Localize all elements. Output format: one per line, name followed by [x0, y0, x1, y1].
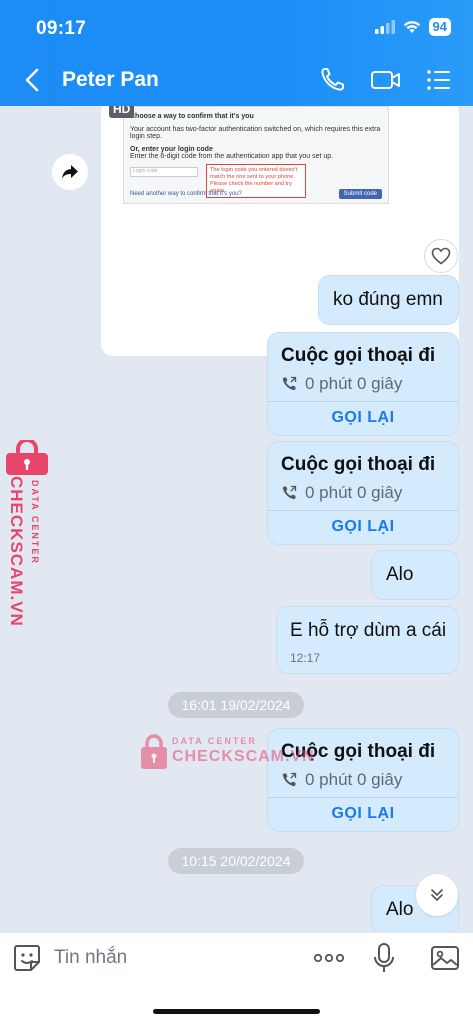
call-divider: [268, 797, 458, 798]
more-options-icon[interactable]: [312, 943, 346, 973]
image-code-heading: Or, enter your login code: [130, 146, 213, 153]
video-call-icon[interactable]: [370, 66, 402, 94]
watermark-brand: CHECKSCAM.VN: [7, 476, 26, 627]
microphone-icon[interactable]: [372, 943, 396, 973]
call-back-button[interactable]: GỌI LẠI: [268, 409, 458, 427]
call-card[interactable]: Cuộc gọi thoại đi 0 phút 0 giây GỌI LẠI: [267, 441, 459, 545]
call-back-button[interactable]: GỌI LẠI: [268, 518, 458, 536]
message-text: Alo: [386, 899, 414, 920]
watermark-subtitle: DATA CENTER: [30, 480, 40, 565]
message-input[interactable]: Tin nhắn: [54, 947, 127, 969]
wifi-icon: [403, 21, 420, 33]
call-duration: 0 phút 0 giây: [305, 483, 403, 502]
image-code-instructions: Enter the 6-digit code from the authenti…: [130, 153, 334, 160]
scroll-to-bottom-button[interactable]: [416, 874, 458, 916]
chat-header: 09:17 94 Peter Pan: [0, 0, 473, 106]
status-time: 09:17: [36, 18, 87, 39]
call-back-button[interactable]: GỌI LẠI: [268, 805, 458, 823]
message-text: ko đúng emn: [333, 289, 443, 310]
date-separator: 16:01 19/02/2024: [168, 692, 304, 718]
image-gallery-icon[interactable]: [430, 943, 460, 973]
call-duration-row: 0 phút 0 giây: [281, 483, 402, 503]
contact-name[interactable]: Peter Pan: [62, 68, 159, 92]
message-text: Alo: [386, 564, 414, 585]
message-bubble[interactable]: E hỗ trợ dùm a cái 12:17: [276, 606, 459, 674]
call-title: Cuộc gọi thoại đi: [281, 454, 436, 475]
watermark-subtitle: DATA CENTER: [172, 736, 257, 746]
message-list[interactable]: Choose a way to confirm that it's you Yo…: [0, 106, 473, 932]
forward-arrow-icon: [62, 165, 78, 179]
hd-badge: HD: [109, 106, 135, 118]
share-forward-button[interactable]: [52, 154, 88, 190]
padlock-logo-icon: [6, 440, 48, 475]
call-duration-row: 0 phút 0 giây: [281, 374, 402, 394]
call-card[interactable]: Cuộc gọi thoại đi 0 phút 0 giây GỌI LẠI: [267, 728, 459, 832]
heart-icon: [431, 247, 451, 265]
call-title: Cuộc gọi thoại đi: [281, 345, 436, 366]
menu-list-icon[interactable]: [424, 66, 454, 94]
outgoing-call-icon: [282, 772, 297, 787]
call-duration: 0 phút 0 giây: [305, 770, 403, 789]
date-separator: 10:15 20/02/2024: [168, 848, 304, 874]
call-card[interactable]: Cuộc gọi thoại đi 0 phút 0 giây GỌI LẠI: [267, 332, 459, 436]
watermark-side: CHECKSCAM.VN DATA CENTER: [4, 440, 52, 640]
padlock-logo-icon: [141, 734, 167, 769]
signal-icon: [374, 20, 395, 34]
call-divider: [268, 401, 458, 402]
message-input-bar: Tin nhắn: [0, 932, 473, 1024]
message-time: 12:17: [290, 651, 321, 665]
phone-call-icon[interactable]: [318, 66, 348, 94]
screenshot-image: Choose a way to confirm that it's you Yo…: [123, 106, 389, 204]
react-heart-button[interactable]: [424, 239, 458, 273]
call-duration: 0 phút 0 giây: [305, 374, 403, 393]
battery-indicator: 94: [428, 18, 451, 36]
message-bubble[interactable]: ko đúng emn: [318, 275, 459, 325]
outgoing-call-icon: [282, 485, 297, 500]
outgoing-call-icon: [282, 376, 297, 391]
status-icons: 94: [374, 18, 451, 36]
message-text: E hỗ trợ dùm a cái: [290, 620, 447, 641]
image-heading: Choose a way to confirm that it's you: [130, 113, 254, 120]
call-divider: [268, 510, 458, 511]
back-arrow-icon[interactable]: [22, 66, 44, 94]
sticker-emoji-icon[interactable]: [12, 943, 42, 973]
call-duration-row: 0 phút 0 giây: [281, 770, 402, 790]
image-login-input: Login code: [130, 167, 198, 177]
home-indicator: [153, 1009, 320, 1014]
message-bubble[interactable]: Alo: [371, 550, 459, 600]
image-help-link: Need another way to confirm that it's yo…: [130, 191, 242, 197]
image-body: Your account has two-factor authenticati…: [130, 126, 381, 140]
double-chevron-down-icon: [431, 889, 443, 901]
image-submit-button: Submit code: [338, 189, 382, 199]
watermark-brand: CHECKSCAM.VN: [172, 748, 315, 765]
